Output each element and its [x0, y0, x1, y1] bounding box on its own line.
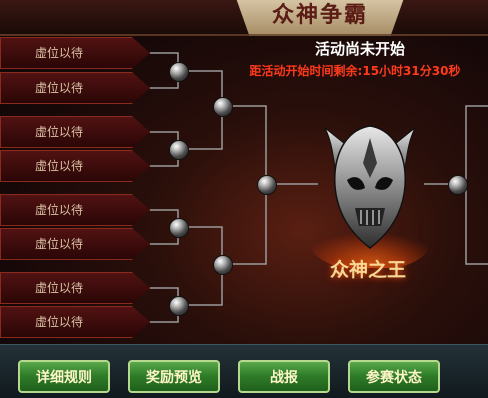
bracket-node-icon	[169, 218, 189, 238]
emblem-title: 众神之王	[329, 259, 406, 281]
skull-helmet-emblem-icon	[310, 125, 430, 268]
game-scene: 众神争霸 活动尚未开始 距活动开始时间剩余:15小时31分30秒 虚位以待 虚位…	[0, 0, 488, 398]
battle-report-button[interactable]: 战报	[238, 360, 330, 393]
slot-label-7: 虚位以待	[34, 281, 83, 295]
slot-label-5: 虚位以待	[34, 203, 83, 217]
bracket-node-icon	[169, 296, 189, 316]
bracket-node-icon	[169, 62, 189, 82]
slot-label-1: 虚位以待	[34, 46, 83, 60]
bracket-node-icon	[448, 175, 468, 195]
rules-button[interactable]: 详细规则	[18, 360, 110, 393]
slot-label-6: 虚位以待	[34, 237, 83, 251]
slot-label-8: 虚位以待	[34, 315, 83, 329]
slot-label-3: 虚位以待	[34, 125, 83, 139]
bracket-node-icon	[213, 97, 233, 117]
entry-status-button[interactable]: 参赛状态	[348, 360, 440, 393]
slot-label-2: 虚位以待	[34, 81, 83, 95]
bracket-node-icon	[257, 175, 277, 195]
bracket-node-icon	[213, 255, 233, 275]
rewards-preview-button[interactable]: 奖励预览	[128, 360, 220, 393]
bracket-node-icon	[169, 140, 189, 160]
slot-label-4: 虚位以待	[34, 159, 83, 173]
